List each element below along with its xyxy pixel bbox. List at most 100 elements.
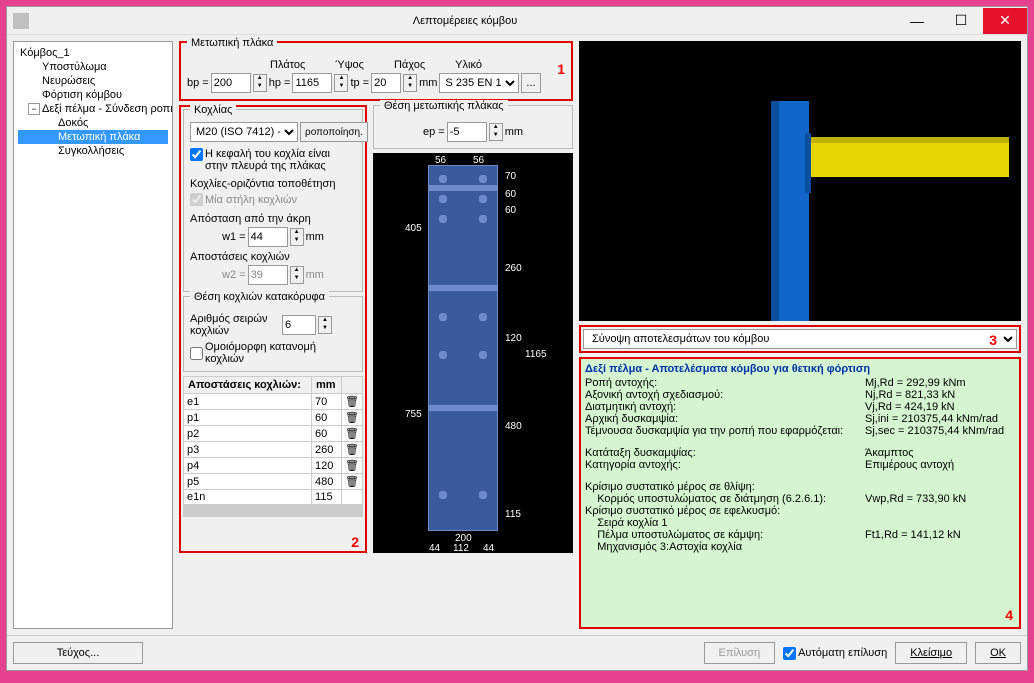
- tens-title: Κρίσιμο συστατικό μέρος σε εφελκυσμό:: [585, 505, 1015, 517]
- w2-mm: mm: [306, 269, 324, 281]
- tp-spinner[interactable]: ▲▼: [403, 74, 417, 92]
- table-row[interactable]: e170🗑: [184, 394, 363, 410]
- rows-row: Αριθμός σειρών κοχλιών ▲▼: [190, 313, 356, 337]
- uniform-check[interactable]: [190, 347, 203, 360]
- mm-label: mm: [419, 77, 437, 89]
- result-row: Διατμητική αντοχή:Vj,Rd = 424,19 kN: [585, 401, 1015, 413]
- tree-item-selected[interactable]: Μετωπική πλάκα: [18, 130, 168, 144]
- delete-icon[interactable]: 🗑: [342, 410, 363, 426]
- bolt-icon: [439, 491, 447, 499]
- header-height: Ύψος: [335, 59, 364, 71]
- hp-input[interactable]: [292, 73, 332, 93]
- window: Λεπτομέρειες κόμβου — ☐ ✕ Κόμβος_1 Υποστ…: [6, 6, 1028, 671]
- marker-4: 4: [1005, 607, 1013, 623]
- 3d-viewport[interactable]: [579, 41, 1021, 321]
- rows-input[interactable]: [282, 315, 316, 335]
- bolt-icon: [479, 215, 487, 223]
- tp-input[interactable]: [371, 73, 401, 93]
- bolt-icon: [439, 175, 447, 183]
- bolt-legend: Κοχλίας: [190, 104, 236, 116]
- bp-spinner[interactable]: ▲▼: [253, 74, 267, 92]
- horiz-title: Κοχλίες-οριζόντια τοποθέτηση: [190, 178, 356, 190]
- bolt-icon: [439, 195, 447, 203]
- solve-button: Επίλυση: [704, 642, 776, 664]
- result-row: Κορμός υποστυλώματος σε διάτμηση (6.2.6.…: [585, 493, 1015, 505]
- bolt-icon: [479, 175, 487, 183]
- table-row[interactable]: p160🗑: [184, 410, 363, 426]
- dist-col1: Αποστάσεις κοχλιών:: [184, 377, 312, 394]
- right-column: Σύνοψη αποτελεσμάτων του κόμβου 3 Δεξί π…: [579, 41, 1021, 629]
- delete-icon[interactable]: 🗑: [342, 426, 363, 442]
- marker-3: 3: [989, 332, 997, 348]
- w1-spinner[interactable]: ▲▼: [290, 228, 304, 246]
- material-select[interactable]: S 235 EN 100: [439, 73, 519, 93]
- middle-column: Μετωπική πλάκα 1 Πλάτος Ύψος Πάχος Υλικό…: [179, 41, 573, 629]
- rows-label: Αριθμός σειρών κοχλιών: [190, 313, 280, 337]
- tree-root[interactable]: Κόμβος_1: [18, 46, 168, 60]
- delete-icon[interactable]: 🗑: [342, 394, 363, 410]
- rows-spinner[interactable]: ▲▼: [318, 316, 332, 334]
- preview-column: Θέση μετωπικής πλάκας ep = ▲▼ mm: [373, 105, 573, 553]
- delete-icon[interactable]: 🗑: [342, 458, 363, 474]
- w1-mm: mm: [306, 231, 324, 243]
- report-button[interactable]: Τεύχος...: [13, 642, 143, 664]
- dim: 120: [505, 333, 522, 344]
- ep-spinner[interactable]: ▲▼: [489, 123, 503, 141]
- tens-line: Σειρά κοχλία 1: [585, 517, 1015, 529]
- hp-spinner[interactable]: ▲▼: [334, 74, 348, 92]
- plate-legend: Μετωπική πλάκα: [187, 37, 277, 49]
- bolt-head-check[interactable]: [190, 148, 203, 161]
- w1-input[interactable]: [248, 227, 288, 247]
- results-select[interactable]: Σύνοψη αποτελεσμάτων του κόμβου: [583, 329, 1017, 349]
- table-row[interactable]: p260🗑: [184, 426, 363, 442]
- tp-label: tp =: [350, 77, 369, 89]
- distance-table[interactable]: Αποστάσεις κοχλιών:mm e170🗑 p160🗑 p260🗑 …: [183, 376, 363, 505]
- tree-panel[interactable]: Κόμβος_1 Υποστύλωμα Νευρώσεις Φόρτιση κό…: [13, 41, 173, 629]
- flange: [428, 285, 498, 291]
- content: Κόμβος_1 Υποστύλωμα Νευρώσεις Φόρτιση κό…: [7, 35, 1027, 635]
- dim: 70: [505, 171, 516, 182]
- hp-label: hp =: [269, 77, 291, 89]
- close-button[interactable]: ✕: [983, 8, 1027, 34]
- delete-icon[interactable]: 🗑: [342, 474, 363, 490]
- header-material: Υλικό: [455, 59, 482, 71]
- ep-row: ep = ▲▼ mm: [380, 122, 566, 142]
- tree-item[interactable]: Νευρώσεις: [18, 74, 168, 88]
- table-row[interactable]: p3260🗑: [184, 442, 363, 458]
- bp-input[interactable]: [211, 73, 251, 93]
- table-row[interactable]: p5480🗑: [184, 474, 363, 490]
- minimize-button[interactable]: —: [895, 8, 939, 34]
- bolt-icon: [479, 491, 487, 499]
- flange: [428, 405, 498, 411]
- delete-icon[interactable]: 🗑: [342, 442, 363, 458]
- bolt-head-checkbox[interactable]: Η κεφαλή του κοχλία είναι στην πλευρά τη…: [190, 148, 355, 172]
- ok-button[interactable]: OK: [975, 642, 1021, 664]
- uniform-checkbox[interactable]: Ομοιόμορφη κατανομή κοχλιών: [190, 341, 356, 365]
- result-row: Κατάταξη δυσκαμψίας:Άκαμπτος: [585, 447, 1015, 459]
- dim: 44: [483, 543, 494, 554]
- auto-solve-checkbox[interactable]: Αυτόματη επίλυση: [783, 647, 887, 660]
- tree-item[interactable]: Συγκολλήσεις: [18, 144, 168, 158]
- auto-solve-check[interactable]: [783, 647, 796, 660]
- tree-item[interactable]: Δοκός: [18, 116, 168, 130]
- marker-1: 1: [557, 61, 565, 77]
- ep-input[interactable]: [447, 122, 487, 142]
- dim: 44: [429, 543, 440, 554]
- one-col-label: Μία στήλη κοχλιών: [205, 194, 297, 206]
- table-row[interactable]: e1n115: [184, 490, 363, 505]
- bolt-icon: [439, 351, 447, 359]
- tree-branch[interactable]: −Δεξί πέλμα - Σύνδεση ροπής: [18, 102, 168, 116]
- tree-item[interactable]: Φόρτιση κόμβου: [18, 88, 168, 102]
- material-more-button[interactable]: ...: [521, 73, 540, 93]
- bolt-spec-select[interactable]: M20 (ISO 7412) - 4.6: [190, 122, 298, 142]
- one-col-checkbox[interactable]: Μία στήλη κοχλιών: [190, 193, 297, 206]
- close-dialog-button[interactable]: Κλείσιμο: [895, 642, 967, 664]
- bolt-customize-button[interactable]: ροποποίηση.: [300, 122, 368, 142]
- tree-item[interactable]: Υποστύλωμα: [18, 60, 168, 74]
- maximize-button[interactable]: ☐: [939, 8, 983, 34]
- table-row[interactable]: p4120🗑: [184, 458, 363, 474]
- w2-spinner: ▲▼: [290, 266, 304, 284]
- result-row: Ροπή αντοχής:Mj,Rd = 292,99 kNm: [585, 377, 1015, 389]
- collapse-icon[interactable]: −: [28, 103, 40, 115]
- dim: 60: [505, 189, 516, 200]
